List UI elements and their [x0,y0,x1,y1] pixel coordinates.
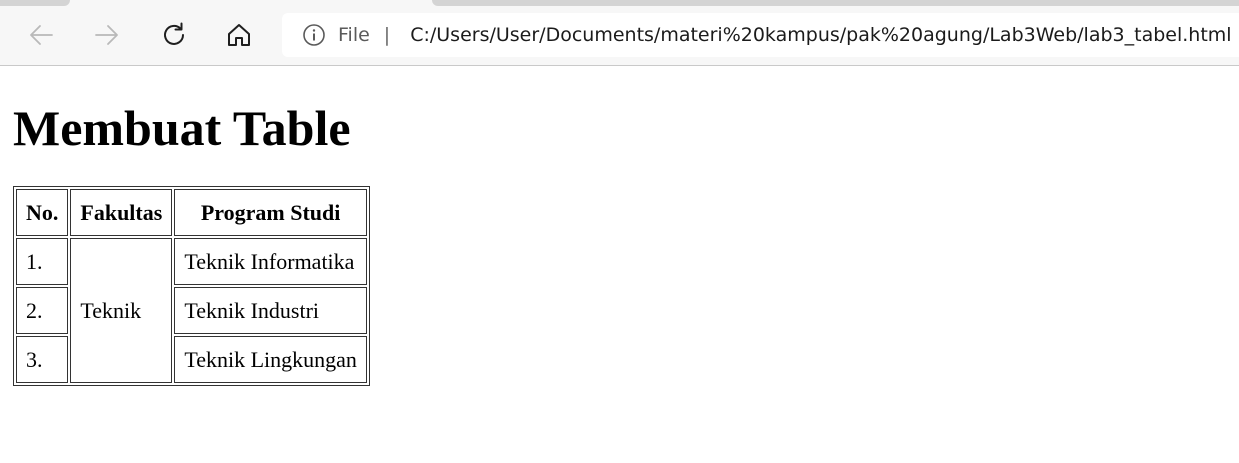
home-button[interactable] [222,18,256,52]
forward-button[interactable] [90,18,124,52]
table-row: 3. Teknik Lingkungan [16,336,367,383]
cell-no: 2. [16,287,69,334]
back-button[interactable] [24,18,58,52]
browser-toolbar: File | C:/Users/User/Documents/materi%20… [0,0,1239,66]
cell-program: Teknik Industri [174,287,367,334]
forward-arrow-icon [95,25,118,45]
page-heading: Membuat Table [13,100,351,156]
header-no: No. [16,189,69,236]
address-bar[interactable]: File | C:/Users/User/Documents/materi%20… [282,13,1239,57]
home-icon [228,24,250,46]
refresh-button[interactable] [157,18,191,52]
cell-fakultas: Teknik [70,238,173,383]
header-program-studi: Program Studi [174,189,367,236]
table-row: 1. Teknik Teknik Informatika [16,238,367,383]
cell-no: 1. [16,238,69,285]
address-separator: | [383,24,391,46]
info-icon[interactable] [302,23,326,47]
tab-strip-right [432,0,1239,6]
table-header-row: No. Fakultas Program Studi [16,189,367,236]
cell-program: Teknik Informatika [174,238,367,285]
cell-no: 3. [16,336,69,383]
tab-strip-left [0,0,70,6]
refresh-icon [164,22,184,45]
back-arrow-icon [30,25,53,45]
data-table: No. Fakultas Program Studi 1. Teknik Tek… [13,186,370,386]
cell-program: Teknik Lingkungan [174,336,367,383]
header-fakultas: Fakultas [70,189,173,236]
url-text[interactable]: C:/Users/User/Documents/materi%20kampus/… [410,24,1231,46]
table-row: 2. Teknik Industri [16,287,367,334]
page-content: Membuat Table No. Fakultas Program Studi… [0,100,1239,386]
url-scheme-label: File [338,24,370,46]
